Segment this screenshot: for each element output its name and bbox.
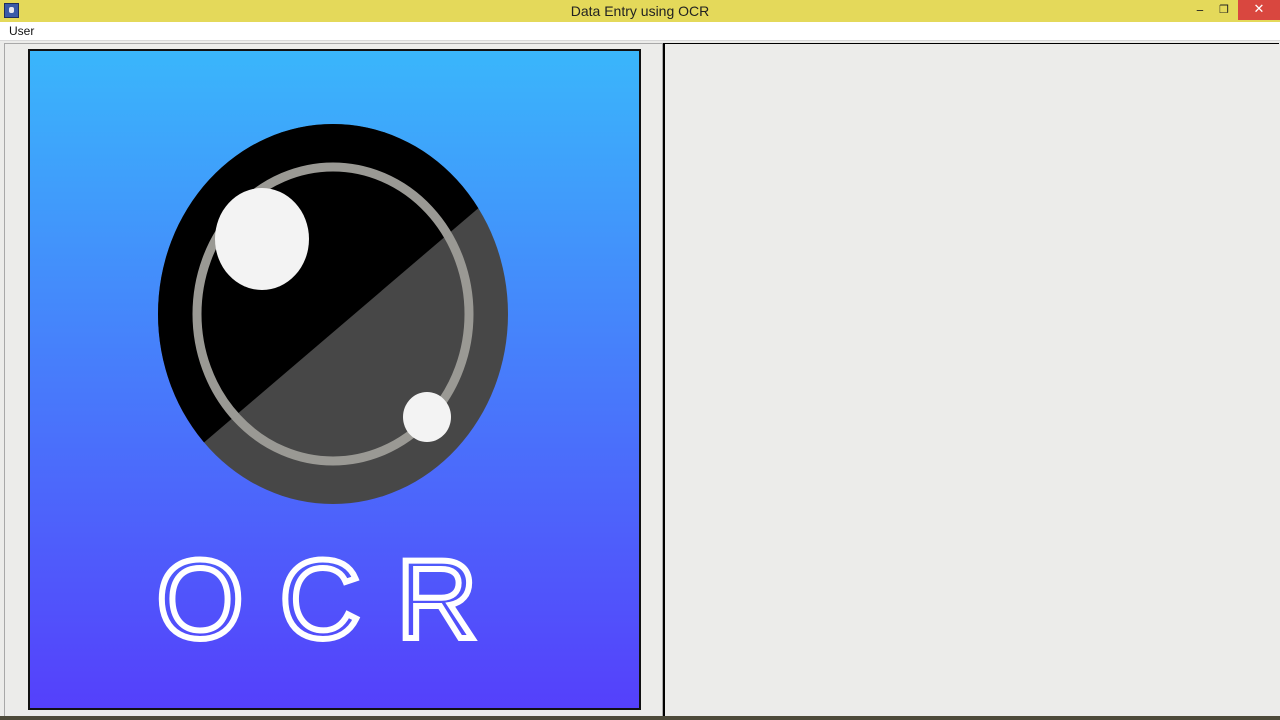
close-icon: ✕ bbox=[1253, 2, 1265, 17]
title-bar: Data Entry using OCR ‒ ❐ ✕ bbox=[0, 0, 1280, 22]
close-button[interactable]: ✕ bbox=[1238, 0, 1280, 20]
minimize-button[interactable]: ‒ bbox=[1188, 0, 1212, 20]
data-entry-panel bbox=[665, 43, 1279, 720]
logo-text: OCR bbox=[157, 537, 514, 662]
menu-bar: User bbox=[0, 22, 1280, 41]
menu-item-user[interactable]: User bbox=[9, 24, 34, 38]
restore-button[interactable]: ❐ bbox=[1212, 0, 1236, 20]
restore-icon: ❐ bbox=[1219, 3, 1229, 16]
taskbar-edge bbox=[0, 716, 1280, 720]
minimize-icon: ‒ bbox=[1196, 3, 1204, 17]
ocr-logo-image: OCR bbox=[28, 49, 641, 710]
window-title: Data Entry using OCR bbox=[570, 3, 710, 19]
